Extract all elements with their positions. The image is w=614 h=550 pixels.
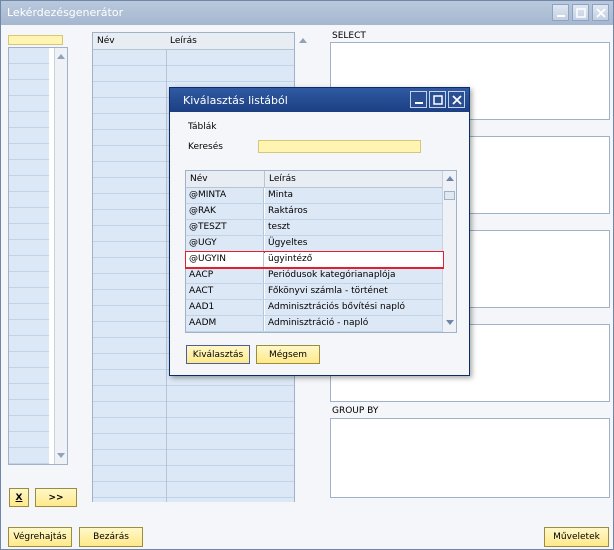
clear-button-label: X (15, 492, 23, 503)
dialog-close-button[interactable] (448, 91, 465, 108)
column-header-name[interactable]: Név (190, 174, 208, 184)
table-row[interactable]: AAD1 Adminisztrációs bővítési napló (186, 300, 443, 316)
scroll-up-arrow-icon[interactable] (446, 174, 454, 184)
group-by-label: GROUP BY (332, 406, 379, 416)
dialog-maximize-button[interactable] (429, 91, 446, 108)
table-row[interactable]: @UGYIN ügyintéző (185, 251, 444, 269)
row-description-cell: Ügyeltes (265, 236, 443, 251)
cancel-button[interactable]: Mégsem (256, 345, 320, 364)
fields-table-header: Név Leírás (93, 33, 294, 50)
row-name-cell: @RAK (186, 204, 264, 219)
table-list[interactable] (8, 47, 68, 465)
select-from-list-dialog: Kiválasztás listából Táblák Keresés Név … (169, 87, 470, 376)
table-row[interactable]: AACP Periódusok kategórianaplója (186, 268, 443, 284)
add-fields-button-label: >> (48, 492, 64, 503)
operations-button[interactable]: Műveletek (544, 527, 609, 547)
table-row[interactable]: @MINTA Minta (186, 188, 443, 204)
select-label: SELECT (332, 31, 366, 41)
dialog-table[interactable]: Név Leírás @MINTA Minta @RAK Raktáros @TESZT… (185, 170, 457, 333)
cancel-button-label: Mégsem (268, 349, 307, 360)
tables-label: Táblák (188, 122, 217, 132)
row-name-cell: AACT (186, 284, 264, 299)
row-name-cell: AACP (186, 268, 264, 283)
close-icon (595, 7, 606, 18)
search-input[interactable] (258, 140, 421, 153)
row-name-cell: @UGY (186, 236, 264, 251)
dialog-minimize-button[interactable] (410, 91, 427, 108)
table-row[interactable]: @RAK Raktáros (186, 204, 443, 220)
table-list-scrollbar[interactable] (54, 48, 67, 464)
row-description-cell: Minta (265, 188, 443, 203)
column-divider (264, 171, 265, 188)
main-titlebar[interactable]: Lekérdezésgenerátor (1, 1, 613, 25)
row-description-cell: Adminisztrációs bővítési napló (265, 300, 443, 315)
close-button[interactable] (592, 4, 609, 21)
column-header-description[interactable]: Leírás (269, 174, 296, 184)
row-name-cell: @UGYIN (186, 252, 264, 267)
row-description-cell: Raktáros (265, 204, 443, 219)
table-row[interactable]: AACT Főkönyvi számla - történet (186, 284, 443, 300)
row-name-cell: AAD1 (186, 300, 264, 315)
row-description-cell: teszt (265, 220, 443, 235)
operations-button-label: Műveletek (553, 532, 600, 542)
minimize-button[interactable] (552, 4, 569, 21)
scroll-up-arrow-icon[interactable] (299, 36, 307, 46)
maximize-button[interactable] (572, 4, 589, 21)
column-divider (166, 50, 167, 502)
minimize-icon (556, 14, 565, 17)
row-description-cell: Periódusok kategórianaplója (265, 268, 443, 283)
maximize-icon (432, 94, 443, 105)
row-description-cell: Főkönyvi számla - történet (265, 284, 443, 299)
table-row[interactable]: AADM Adminisztráció - napló (186, 316, 443, 332)
dialog-title: Kiválasztás listából (183, 94, 288, 107)
row-description-cell: ügyintéző (265, 252, 443, 267)
dialog-titlebar[interactable]: Kiválasztás listából (170, 88, 469, 112)
scroll-up-arrow-icon[interactable] (55, 50, 67, 62)
add-fields-button[interactable]: >> (35, 488, 77, 507)
table-row[interactable]: @UGY Ügyeltes (186, 236, 443, 252)
column-header-description[interactable]: Leírás (170, 36, 197, 46)
scroll-down-arrow-icon[interactable] (446, 319, 454, 329)
column-header-name[interactable]: Név (97, 36, 115, 46)
dialog-table-scrollbar[interactable] (442, 171, 456, 332)
select-button-label: Kiválasztás (192, 349, 244, 360)
table-filter-input[interactable] (8, 35, 63, 45)
select-button[interactable]: Kiválasztás (186, 345, 250, 364)
table-row[interactable]: @TESZT teszt (186, 220, 443, 236)
close-icon (451, 94, 462, 105)
row-name-cell: @MINTA (186, 188, 264, 203)
search-label: Keresés (188, 142, 223, 152)
clear-button[interactable]: X (9, 488, 29, 507)
minimize-icon (414, 101, 423, 104)
row-name-cell: @TESZT (186, 220, 264, 235)
row-description-cell: Adminisztráció - napló (265, 316, 443, 331)
window-title: Lekérdezésgenerátor (7, 6, 124, 19)
table-list-column (9, 48, 49, 464)
maximize-icon (575, 7, 586, 18)
close-query-button-label: Bezárás (93, 532, 129, 542)
dialog-table-header: Név Leírás (186, 171, 443, 188)
execute-button[interactable]: Végrehajtás (8, 527, 72, 547)
scroll-thumb[interactable] (444, 191, 455, 200)
row-name-cell: AADM (186, 316, 264, 331)
execute-button-label: Végrehajtás (13, 532, 67, 542)
scroll-down-arrow-icon[interactable] (55, 450, 67, 462)
close-query-button[interactable]: Bezárás (79, 527, 143, 547)
group-by-panel[interactable] (330, 418, 610, 498)
